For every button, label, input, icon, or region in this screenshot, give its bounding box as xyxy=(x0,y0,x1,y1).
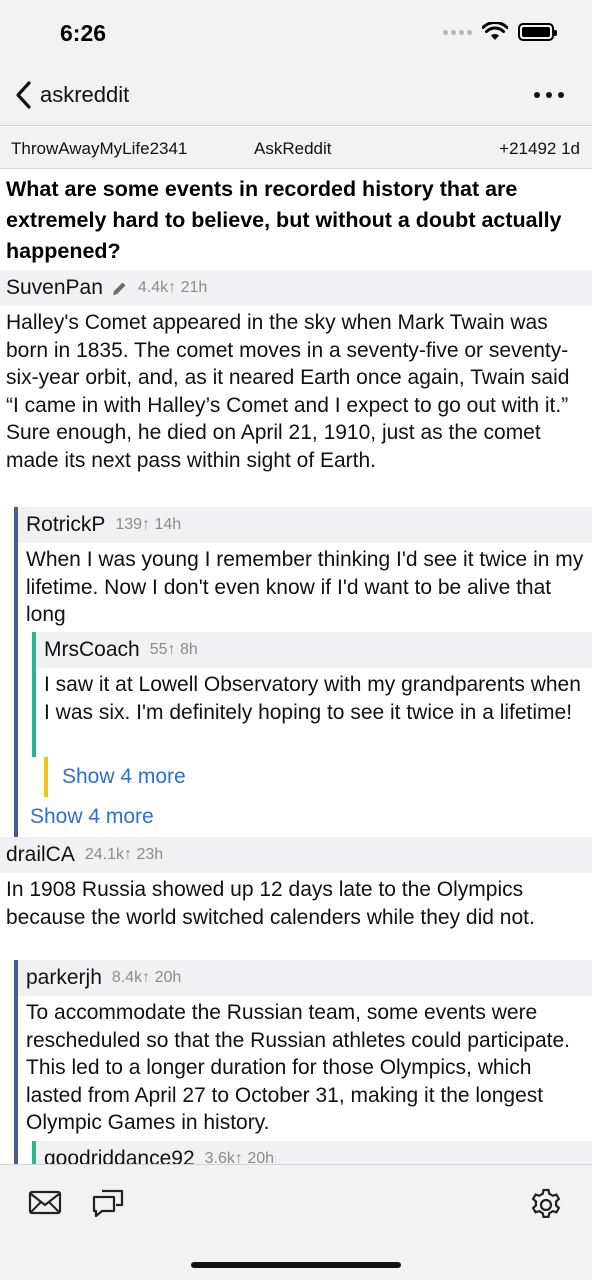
home-indicator[interactable] xyxy=(191,1262,401,1268)
comment-body: Halley's Comet appeared in the sky when … xyxy=(0,306,592,507)
chat-bubbles-icon[interactable] xyxy=(90,1187,126,1224)
comment-body: I saw it at Lowell Observatory with my g… xyxy=(36,668,592,757)
navigation-bar: askreddit xyxy=(0,66,592,126)
comment-meta: 55↑ 8h xyxy=(149,641,198,658)
comment-meta: 8.4k↑ 20h xyxy=(111,969,182,986)
comment[interactable]: drailCA 24.1k↑ 23h In 1908 Russia showed… xyxy=(0,837,592,1164)
gear-icon[interactable] xyxy=(528,1187,564,1228)
comment-meta: 139↑ 14h xyxy=(115,516,182,533)
comment-author[interactable]: parkerjh xyxy=(26,966,102,990)
comment-meta: 3.6k↑ 20h xyxy=(204,1150,275,1164)
comment-author[interactable]: MrsCoach xyxy=(44,638,140,662)
comment-header: drailCA 24.1k↑ 23h xyxy=(0,837,592,873)
comment-author[interactable]: RotrickP xyxy=(26,513,105,537)
comment-body: When I was young I remember thinking I'd… xyxy=(18,543,592,632)
pencil-icon xyxy=(111,280,128,297)
cellular-signal-icon xyxy=(443,29,472,35)
reply-thread: goodriddance92 3.6k↑ 20h xyxy=(32,1141,592,1164)
comment-author[interactable]: SuvenPan xyxy=(6,276,103,300)
envelope-icon[interactable] xyxy=(28,1187,62,1222)
show-more-link[interactable]: Show 4 more xyxy=(18,797,592,837)
wifi-icon xyxy=(482,22,508,40)
more-options-button[interactable] xyxy=(534,92,564,98)
reply-thread: RotrickP 139↑ 14h When I was young I rem… xyxy=(14,507,592,797)
comment-header: RotrickP 139↑ 14h xyxy=(18,507,592,543)
status-bar: 6:26 xyxy=(0,0,592,66)
post-subreddit[interactable]: AskReddit xyxy=(254,139,331,159)
comment[interactable]: SuvenPan 4.4k↑ 21h Halley's Comet appear… xyxy=(0,270,592,837)
back-button[interactable]: askreddit xyxy=(14,80,129,110)
post-author[interactable]: ThrowAwayMyLife2341 xyxy=(11,139,187,159)
chevron-left-icon xyxy=(16,81,31,109)
reply-thread: MrsCoach 55↑ 8h I saw it at Lowell Obser… xyxy=(32,632,592,757)
comment-header: MrsCoach 55↑ 8h xyxy=(36,632,592,668)
comment-body: To accommodate the Russian team, some ev… xyxy=(18,996,592,1141)
post-title: What are some events in recorded history… xyxy=(6,177,562,263)
comment-author[interactable]: drailCA xyxy=(6,843,75,867)
comment-header: parkerjh 8.4k↑ 20h xyxy=(18,960,592,996)
show-more-link[interactable]: Show 4 more xyxy=(48,757,592,797)
comment-meta: 24.1k↑ 23h xyxy=(84,846,164,863)
ellipsis-icon xyxy=(534,92,540,98)
comment-list[interactable]: SuvenPan 4.4k↑ 21h Halley's Comet appear… xyxy=(0,270,592,1164)
comment-header: SuvenPan 4.4k↑ 21h xyxy=(0,270,592,306)
comment-author[interactable]: goodriddance92 xyxy=(44,1147,195,1164)
post-meta-bar: ThrowAwayMyLife2341 AskReddit +21492 1d xyxy=(0,127,592,169)
comment-meta: 4.4k↑ 21h xyxy=(137,279,208,296)
status-icons xyxy=(443,22,557,42)
reply-thread: parkerjh 8.4k↑ 20h To accommodate the Ru… xyxy=(14,960,592,1164)
nested-show-more-container: Show 4 more xyxy=(44,757,592,797)
post-score-age: +21492 1d xyxy=(499,139,580,158)
comment-body: In 1908 Russia showed up 12 days late to… xyxy=(0,873,592,960)
battery-icon xyxy=(518,23,557,41)
show-more-container: Show 4 more xyxy=(14,797,592,837)
nav-title: askreddit xyxy=(40,82,130,107)
status-time: 6:26 xyxy=(60,20,107,46)
comment-header: goodriddance92 3.6k↑ 20h xyxy=(36,1141,592,1164)
